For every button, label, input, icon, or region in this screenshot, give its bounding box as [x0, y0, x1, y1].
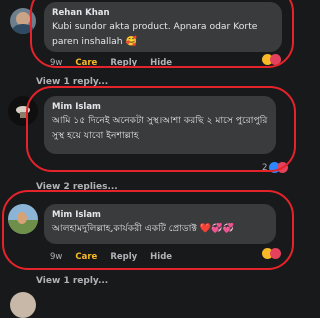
avatar[interactable] — [10, 292, 36, 318]
view-replies-link[interactable]: View 1 reply... — [36, 276, 108, 286]
annotation-outline — [26, 86, 296, 172]
annotation-outline — [30, 0, 294, 68]
annotation-outline — [2, 190, 294, 270]
